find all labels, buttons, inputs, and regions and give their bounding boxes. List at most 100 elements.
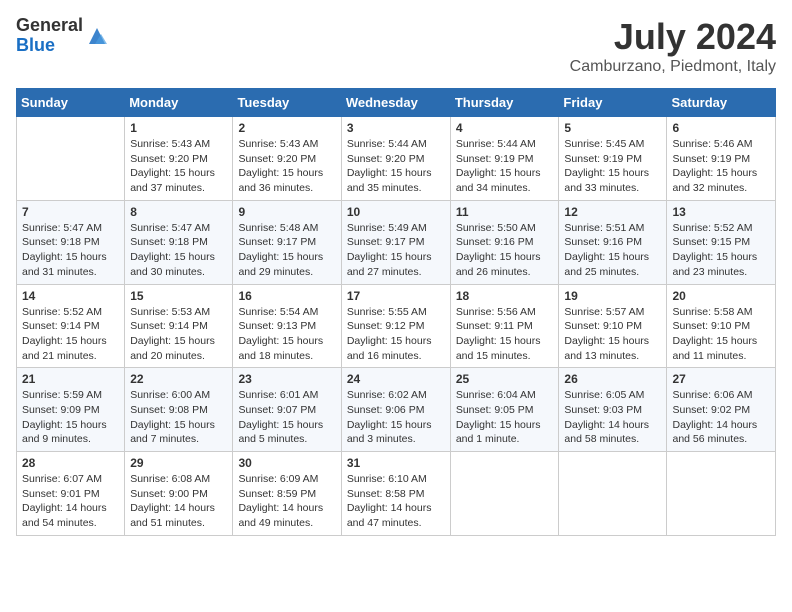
calendar-week-5: 28Sunrise: 6:07 AM Sunset: 9:01 PM Dayli… — [17, 452, 776, 536]
calendar-cell: 7 Sunrise: 5:47 AM Sunset: 9:18 PM Daylig… — [17, 200, 125, 284]
calendar-cell: 31Sunrise: 6:10 AM Sunset: 8:58 PM Dayli… — [341, 452, 450, 536]
day-number: 25 — [456, 372, 554, 386]
calendar-cell: 2 Sunrise: 5:43 AM Sunset: 9:20 PM Daylig… — [233, 117, 341, 201]
day-content: Sunrise: 5:51 AM Sunset: 9:16 PM Dayligh… — [564, 221, 661, 280]
day-content: Sunrise: 5:57 AM Sunset: 9:10 PM Dayligh… — [564, 305, 661, 364]
calendar-cell — [559, 452, 667, 536]
day-header-monday: Monday — [125, 89, 233, 117]
day-number: 27 — [672, 372, 770, 386]
logo: General Blue — [16, 16, 109, 56]
calendar-cell: 14 Sunrise: 5:52 AM Sunset: 9:14 PM Dayli… — [17, 284, 125, 368]
calendar-body: 1 Sunrise: 5:43 AM Sunset: 9:20 PM Daylig… — [17, 117, 776, 536]
day-number: 1 — [130, 121, 227, 135]
day-content: Sunrise: 5:46 AM Sunset: 9:19 PM Dayligh… — [672, 137, 770, 196]
day-content: Sunrise: 6:07 AM Sunset: 9:01 PM Dayligh… — [22, 472, 119, 531]
calendar-cell: 17Sunrise: 5:55 AM Sunset: 9:12 PM Dayli… — [341, 284, 450, 368]
day-content: Sunrise: 6:01 AM Sunset: 9:07 PM Dayligh… — [238, 388, 335, 447]
calendar-cell: 10 Sunrise: 5:49 AM Sunset: 9:17 PM Dayli… — [341, 200, 450, 284]
day-content: Sunrise: 5:50 AM Sunset: 9:16 PM Dayligh… — [456, 221, 554, 280]
day-content: Sunrise: 5:43 AM Sunset: 9:20 PM Dayligh… — [238, 137, 335, 196]
day-number: 23 — [238, 372, 335, 386]
calendar-cell: 13 Sunrise: 5:52 AM Sunset: 9:15 PM Dayli… — [667, 200, 776, 284]
day-content: Sunrise: 5:53 AM Sunset: 9:14 PM Dayligh… — [130, 305, 227, 364]
calendar-cell: 11 Sunrise: 5:50 AM Sunset: 9:16 PM Dayli… — [450, 200, 559, 284]
day-content: Sunrise: 5:52 AM Sunset: 9:14 PM Dayligh… — [22, 305, 119, 364]
day-content: Sunrise: 5:47 AM Sunset: 9:18 PM Dayligh… — [22, 221, 119, 280]
calendar-cell: 16 Sunrise: 5:54 AM Sunset: 9:13 PM Dayli… — [233, 284, 341, 368]
day-content: Sunrise: 6:09 AM Sunset: 8:59 PM Dayligh… — [238, 472, 335, 531]
day-content: Sunrise: 6:05 AM Sunset: 9:03 PM Dayligh… — [564, 388, 661, 447]
day-number: 30 — [238, 456, 335, 470]
day-number: 9 — [238, 205, 335, 219]
day-number: 20 — [672, 289, 770, 303]
title-block: July 2024 Camburzano, Piedmont, Italy — [570, 16, 776, 76]
calendar-cell: 5Sunrise: 5:45 AM Sunset: 9:19 PM Daylig… — [559, 117, 667, 201]
day-header-tuesday: Tuesday — [233, 89, 341, 117]
day-number: 18 — [456, 289, 554, 303]
day-content: Sunrise: 5:43 AM Sunset: 9:20 PM Dayligh… — [130, 137, 227, 196]
day-header-sunday: Sunday — [17, 89, 125, 117]
day-content: Sunrise: 5:58 AM Sunset: 9:10 PM Dayligh… — [672, 305, 770, 364]
day-content: Sunrise: 5:47 AM Sunset: 9:18 PM Dayligh… — [130, 221, 227, 280]
day-content: Sunrise: 5:55 AM Sunset: 9:12 PM Dayligh… — [347, 305, 445, 364]
day-content: Sunrise: 5:49 AM Sunset: 9:17 PM Dayligh… — [347, 221, 445, 280]
calendar-cell: 28Sunrise: 6:07 AM Sunset: 9:01 PM Dayli… — [17, 452, 125, 536]
calendar-cell: 4Sunrise: 5:44 AM Sunset: 9:19 PM Daylig… — [450, 117, 559, 201]
calendar-cell — [17, 117, 125, 201]
day-content: Sunrise: 5:48 AM Sunset: 9:17 PM Dayligh… — [238, 221, 335, 280]
day-content: Sunrise: 6:02 AM Sunset: 9:06 PM Dayligh… — [347, 388, 445, 447]
day-header-friday: Friday — [559, 89, 667, 117]
day-content: Sunrise: 5:52 AM Sunset: 9:15 PM Dayligh… — [672, 221, 770, 280]
day-number: 14 — [22, 289, 119, 303]
calendar-cell: 20 Sunrise: 5:58 AM Sunset: 9:10 PM Dayli… — [667, 284, 776, 368]
calendar-week-4: 21Sunrise: 5:59 AM Sunset: 9:09 PM Dayli… — [17, 368, 776, 452]
calendar-cell: 26Sunrise: 6:05 AM Sunset: 9:03 PM Dayli… — [559, 368, 667, 452]
day-number: 5 — [564, 121, 661, 135]
day-number: 19 — [564, 289, 661, 303]
day-number: 22 — [130, 372, 227, 386]
day-number: 16 — [238, 289, 335, 303]
day-number: 24 — [347, 372, 445, 386]
day-number: 13 — [672, 205, 770, 219]
subtitle: Camburzano, Piedmont, Italy — [570, 58, 776, 76]
calendar-week-3: 14 Sunrise: 5:52 AM Sunset: 9:14 PM Dayli… — [17, 284, 776, 368]
day-number: 11 — [456, 205, 554, 219]
calendar-cell: 23 Sunrise: 6:01 AM Sunset: 9:07 PM Dayli… — [233, 368, 341, 452]
day-content: Sunrise: 6:06 AM Sunset: 9:02 PM Dayligh… — [672, 388, 770, 447]
day-number: 8 — [130, 205, 227, 219]
calendar-cell: 9 Sunrise: 5:48 AM Sunset: 9:17 PM Daylig… — [233, 200, 341, 284]
day-number: 2 — [238, 121, 335, 135]
main-title: July 2024 — [570, 16, 776, 58]
calendar-cell: 24 Sunrise: 6:02 AM Sunset: 9:06 PM Dayli… — [341, 368, 450, 452]
calendar-cell: 19 Sunrise: 5:57 AM Sunset: 9:10 PM Dayli… — [559, 284, 667, 368]
calendar-cell: 8 Sunrise: 5:47 AM Sunset: 9:18 PM Daylig… — [125, 200, 233, 284]
day-number: 29 — [130, 456, 227, 470]
calendar-cell: 1 Sunrise: 5:43 AM Sunset: 9:20 PM Daylig… — [125, 117, 233, 201]
day-header-wednesday: Wednesday — [341, 89, 450, 117]
day-content: Sunrise: 5:44 AM Sunset: 9:19 PM Dayligh… — [456, 137, 554, 196]
calendar-cell: 18 Sunrise: 5:56 AM Sunset: 9:11 PM Dayli… — [450, 284, 559, 368]
calendar-cell: 3Sunrise: 5:44 AM Sunset: 9:20 PM Daylig… — [341, 117, 450, 201]
day-number: 10 — [347, 205, 445, 219]
calendar-week-1: 1 Sunrise: 5:43 AM Sunset: 9:20 PM Daylig… — [17, 117, 776, 201]
calendar-cell: 30 Sunrise: 6:09 AM Sunset: 8:59 PM Dayli… — [233, 452, 341, 536]
day-header-saturday: Saturday — [667, 89, 776, 117]
calendar-cell: 29 Sunrise: 6:08 AM Sunset: 9:00 PM Dayli… — [125, 452, 233, 536]
logo-general-text: General — [16, 16, 83, 36]
page-header: General Blue July 2024 Camburzano, Piedm… — [16, 16, 776, 76]
day-number: 12 — [564, 205, 661, 219]
day-content: Sunrise: 6:08 AM Sunset: 9:00 PM Dayligh… — [130, 472, 227, 531]
calendar-table: SundayMondayTuesdayWednesdayThursdayFrid… — [16, 88, 776, 536]
calendar-header-row: SundayMondayTuesdayWednesdayThursdayFrid… — [17, 89, 776, 117]
calendar-cell: 22Sunrise: 6:00 AM Sunset: 9:08 PM Dayli… — [125, 368, 233, 452]
logo-icon — [85, 24, 109, 48]
calendar-cell: 12 Sunrise: 5:51 AM Sunset: 9:16 PM Dayli… — [559, 200, 667, 284]
day-number: 7 — [22, 205, 119, 219]
calendar-cell — [667, 452, 776, 536]
day-content: Sunrise: 5:56 AM Sunset: 9:11 PM Dayligh… — [456, 305, 554, 364]
calendar-week-2: 7 Sunrise: 5:47 AM Sunset: 9:18 PM Daylig… — [17, 200, 776, 284]
day-content: Sunrise: 5:54 AM Sunset: 9:13 PM Dayligh… — [238, 305, 335, 364]
day-header-thursday: Thursday — [450, 89, 559, 117]
calendar-cell: 25Sunrise: 6:04 AM Sunset: 9:05 PM Dayli… — [450, 368, 559, 452]
day-number: 31 — [347, 456, 445, 470]
